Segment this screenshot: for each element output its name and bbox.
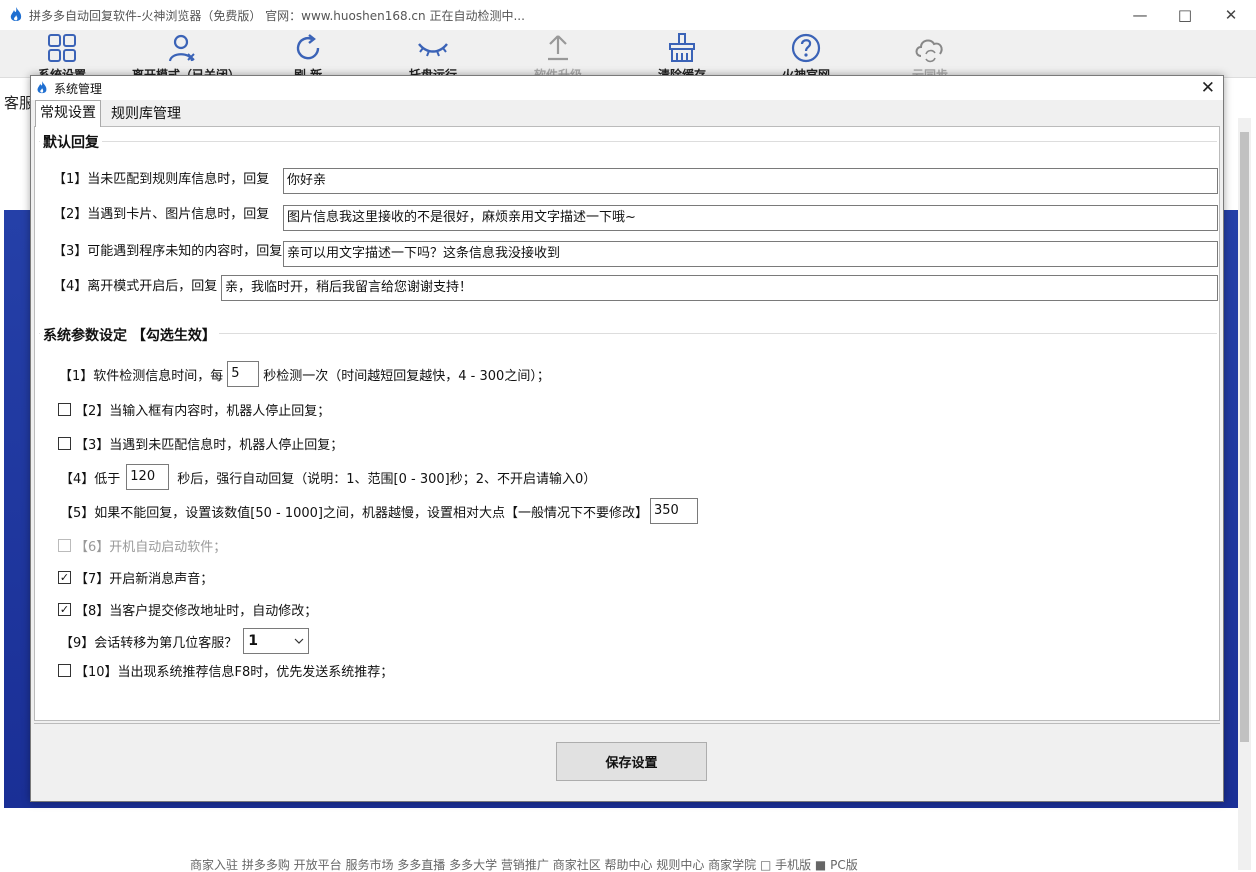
eye-closed-icon: [418, 43, 448, 57]
param-1-suffix: 秒检测一次（时间越短回复越快，4 - 300之间）；: [263, 368, 550, 384]
grid-icon: [48, 34, 76, 62]
param-8-row[interactable]: ✓ 【8】当客户提交修改地址时，自动修改；: [58, 600, 317, 619]
tab-rule-library[interactable]: 规则库管理: [107, 102, 185, 126]
chevron-down-icon: [294, 638, 304, 644]
upload-icon: [548, 35, 568, 61]
param-4-label: 【4】低于: [60, 471, 121, 487]
reply-label: 【4】离开模式开启后，回复: [53, 279, 218, 294]
param-9-label: 【9】会话转移为第几位客服？: [60, 635, 238, 651]
reply-input-card-image[interactable]: 图片信息我这里接收的不是很好，麻烦亲用文字描述一下哦~: [283, 205, 1218, 231]
param-3-checkbox[interactable]: [58, 437, 71, 450]
toolbar-clear-cache[interactable]: 清除缓存: [632, 30, 732, 78]
param-4-suffix: 秒后，强行自动回复（说明：1、范围[0 - 300]秒；2、不开启请输入0）: [177, 471, 597, 487]
check-interval-input[interactable]: 5: [227, 361, 260, 387]
toolbar-official-site[interactable]: 火神官网: [756, 30, 856, 78]
close-window-button[interactable]: ✕: [1208, 0, 1254, 30]
app-titlebar: 拼多多自动回复软件-火神浏览器（免费版） 官网：www.huoshen168.c…: [0, 0, 1256, 30]
agent-index-value: 1: [248, 633, 259, 649]
reply-input-unmatched[interactable]: 你好亲: [283, 168, 1218, 194]
general-settings-page: 默认回复 【1】当未匹配到规则库信息时，回复 你好亲 【2】当遇到卡片、图片信息…: [34, 126, 1220, 721]
param-7-checkbox[interactable]: ✓: [58, 571, 71, 584]
reply-input-unknown[interactable]: 亲可以用文字描述一下吗？这条信息我没接收到: [283, 241, 1218, 267]
reply-label: 【2】当遇到卡片、图片信息时，回复: [53, 207, 270, 222]
reply-input-away-mode[interactable]: 亲，我临时开，稍后我留言给您谢谢支持！: [221, 275, 1218, 301]
param-8-checkbox[interactable]: ✓: [58, 603, 71, 616]
params-section-title: 系统参数设定 【勾选生效】: [40, 325, 219, 345]
help-icon: [791, 33, 821, 63]
param-3-row[interactable]: 【3】当遇到未匹配信息时，机器人停止回复；: [58, 434, 343, 453]
main-toolbar: 系统设置 离开模式（已关闭） 刷 新 托盘运行 软件升级 清除缓存 火神官网 云…: [0, 30, 1256, 78]
window-title: 拼多多自动回复软件-火神浏览器（免费版） 官网：www.huoshen168.c…: [29, 8, 525, 23]
dialog-titlebar: 系统管理 ✕: [31, 76, 1223, 100]
minimize-button[interactable]: —: [1117, 0, 1163, 30]
cloud-sync-icon: [915, 39, 943, 63]
toolbar-upgrade[interactable]: 软件升级: [508, 30, 608, 78]
param-3-label: 【3】当遇到未匹配信息时，机器人停止回复；: [75, 438, 344, 453]
refresh-icon: [296, 34, 320, 60]
param-5-row: 【5】如果不能回复，设置该数值[50 - 1000]之间，机器越慢，设置相对大点…: [60, 498, 698, 524]
save-settings-button[interactable]: 保存设置: [556, 742, 707, 781]
param-1-label: 【1】软件检测信息时间，每: [59, 368, 224, 384]
reply-label: 【1】当未匹配到规则库信息时，回复: [53, 172, 270, 187]
toolbar-system-settings[interactable]: 系统设置: [12, 30, 112, 78]
flame-logo-icon: [37, 81, 47, 94]
param-7-row[interactable]: ✓ 【7】开启新消息声音；: [58, 568, 213, 587]
toolbar-tray-run[interactable]: 托盘运行: [383, 30, 483, 78]
param-2-label: 【2】当输入框有内容时，机器人停止回复；: [75, 404, 331, 419]
speed-value-input[interactable]: 350: [650, 498, 698, 524]
toolbar-refresh[interactable]: 刷 新: [258, 30, 358, 78]
dialog-close-button[interactable]: ✕: [1201, 78, 1215, 98]
default-reply-row-4: 【4】离开模式开启后，回复: [53, 275, 217, 294]
dialog-title: 系统管理: [54, 81, 103, 96]
user-icon: [168, 34, 195, 62]
browser-scrollbar[interactable]: [1238, 118, 1251, 870]
system-management-dialog: 系统管理 ✕ 常规设置 规则库管理 默认回复 【1】当未匹配到规则库信息时，回复…: [30, 75, 1224, 802]
default-reply-row-2: 【2】当遇到卡片、图片信息时，回复: [53, 203, 269, 222]
param-1-row: 【1】软件检测信息时间，每 5 秒检测一次（时间越短回复越快，4 - 300之间…: [59, 361, 550, 387]
force-reply-seconds-input[interactable]: 120: [126, 464, 170, 490]
param-6-label: 【6】开机自动启动软件；: [75, 540, 227, 555]
tab-general-settings[interactable]: 常规设置: [35, 100, 101, 127]
dialog-footer: 保存设置: [34, 723, 1220, 799]
param-2-checkbox[interactable]: [58, 403, 71, 416]
param-9-row: 【9】会话转移为第几位客服？ 1: [60, 628, 310, 654]
maximize-button[interactable]: □: [1162, 0, 1208, 30]
param-8-label: 【8】当客户提交修改地址时，自动修改；: [75, 604, 318, 619]
param-6-checkbox: [58, 539, 71, 552]
default-reply-section-title: 默认回复: [40, 132, 102, 152]
toolbar-away-mode[interactable]: 离开模式（已关闭）: [132, 30, 232, 78]
broom-icon: [669, 33, 695, 62]
toolbar-cloud-sync[interactable]: 云同步: [880, 30, 980, 78]
default-reply-row-3: 【3】可能遇到程序未知的内容时，回复: [53, 240, 282, 259]
default-reply-row-1: 【1】当未匹配到规则库信息时，回复: [53, 168, 269, 187]
param-6-row: 【6】开机自动启动软件；: [58, 536, 226, 555]
background-footer-links: 商家入驻 拼多多购 开放平台 服务市场 多多直播 多多大学 营销推广 商家社区 …: [190, 858, 858, 872]
group-border: [39, 141, 1217, 142]
param-10-checkbox[interactable]: [58, 664, 71, 677]
flame-logo-icon: [10, 7, 22, 21]
param-10-row[interactable]: 【10】当出现系统推荐信息F8时，优先发送系统推荐；: [58, 661, 393, 680]
param-7-label: 【7】开启新消息声音；: [75, 572, 214, 587]
reply-label: 【3】可能遇到程序未知的内容时，回复: [53, 244, 283, 259]
agent-index-select[interactable]: 1: [243, 628, 310, 654]
param-10-label: 【10】当出现系统推荐信息F8时，优先发送系统推荐；: [75, 665, 394, 680]
param-2-row[interactable]: 【2】当输入框有内容时，机器人停止回复；: [58, 400, 330, 419]
param-5-label: 【5】如果不能回复，设置该数值[50 - 1000]之间，机器越慢，设置相对大点…: [60, 505, 648, 521]
scrollbar-thumb[interactable]: [1240, 132, 1249, 742]
param-4-row: 【4】低于 120 秒后，强行自动回复（说明：1、范围[0 - 300]秒；2、…: [60, 464, 596, 490]
